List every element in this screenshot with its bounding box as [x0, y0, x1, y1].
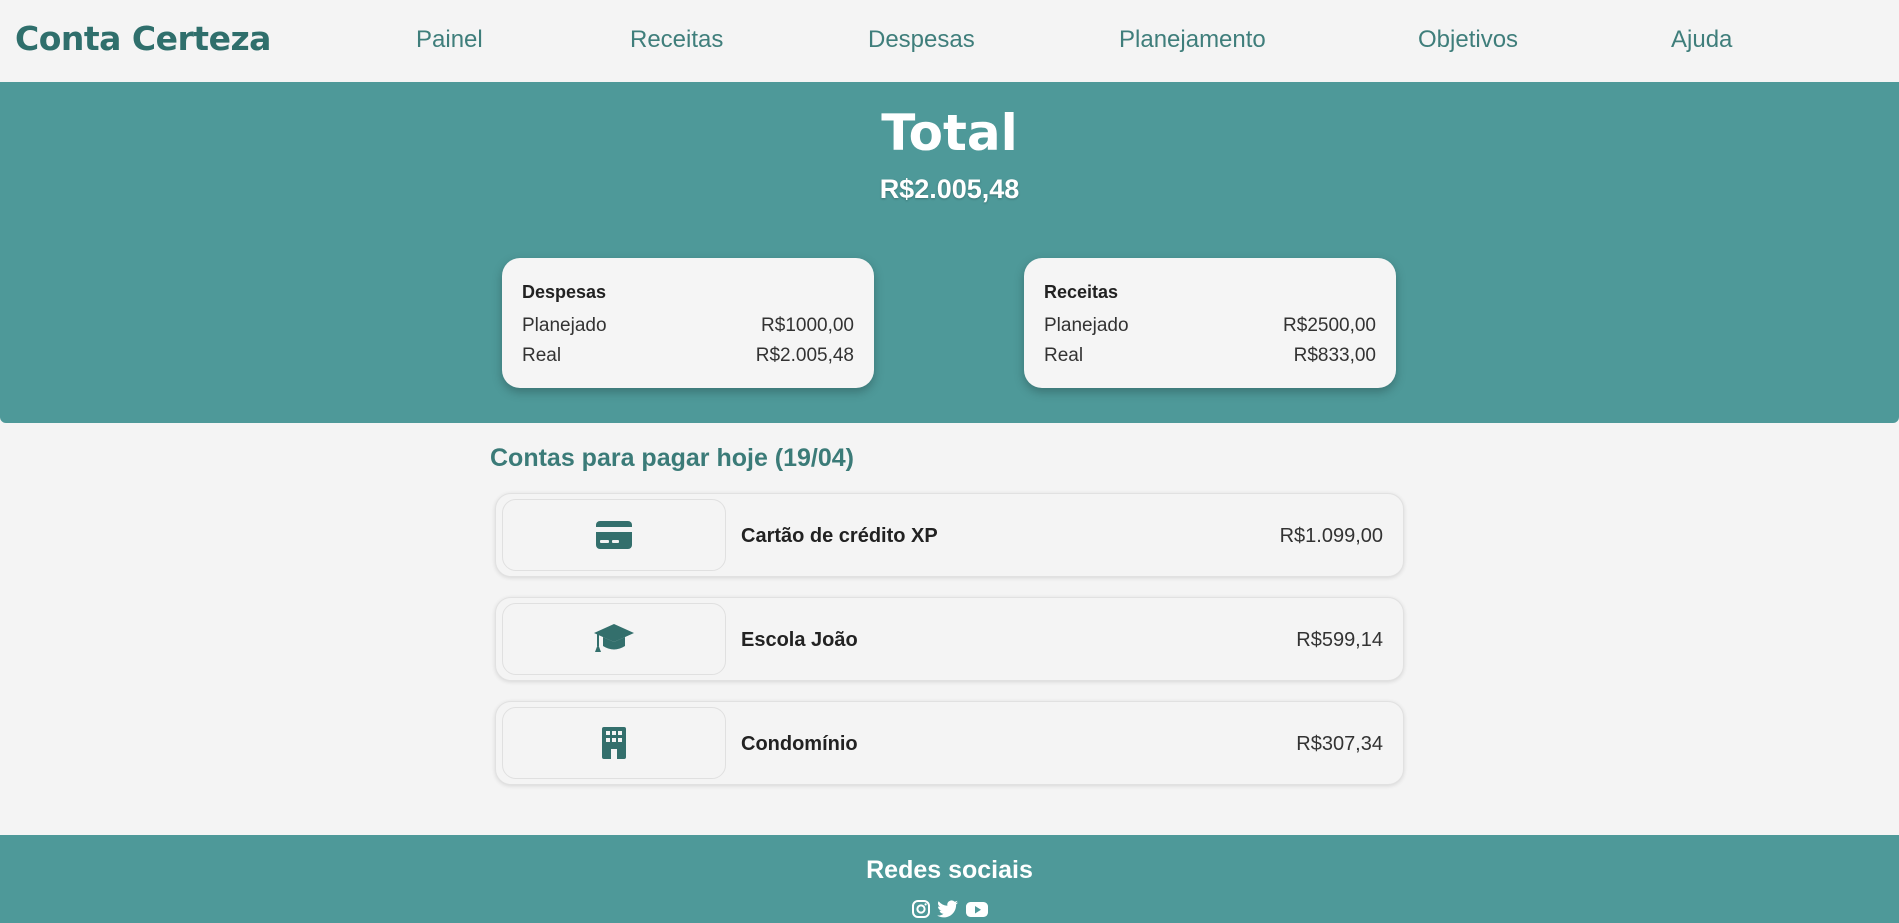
row-value: R$833,00: [1293, 345, 1376, 366]
bill-item-condominium[interactable]: Condomínio R$307,34: [495, 701, 1404, 785]
bill-item-school[interactable]: Escola João R$599,14: [495, 597, 1404, 681]
nav-receitas[interactable]: Receitas: [630, 26, 723, 54]
expenses-real-row: Real R$2.005,48: [522, 341, 854, 371]
logo[interactable]: Conta Certeza: [15, 19, 271, 58]
bill-amount: R$599,14: [1296, 629, 1383, 651]
total-amount: R$2.005,48: [879, 174, 1020, 204]
nav-objetivos[interactable]: Objetivos: [1418, 26, 1518, 54]
row-label: Planejado: [1044, 315, 1129, 336]
bill-icon-box: [502, 707, 726, 779]
nav-despesas[interactable]: Despesas: [868, 26, 975, 54]
row-value: R$2.005,48: [755, 345, 854, 366]
footer-title: Redes sociais: [866, 856, 1033, 884]
building-icon: [602, 727, 626, 759]
income-planned-row: Planejado R$2500,00: [1044, 311, 1376, 341]
expenses-planned-row: Planejado R$1000,00: [522, 311, 854, 341]
summary-hero: Total R$2.005,48 Despesas Planejado R$10…: [0, 82, 1899, 423]
graduation-cap-icon: [594, 624, 634, 652]
nav-painel[interactable]: Painel: [416, 26, 483, 54]
row-value: R$2500,00: [1283, 315, 1376, 336]
bill-icon-box: [502, 499, 726, 571]
instagram-icon[interactable]: [911, 899, 931, 919]
bill-icon-box: [502, 603, 726, 675]
income-card[interactable]: Receitas Planejado R$2500,00 Real R$833,…: [1024, 258, 1396, 388]
income-card-title: Receitas: [1044, 282, 1119, 302]
bill-name: Condomínio: [741, 733, 858, 755]
expenses-card[interactable]: Despesas Planejado R$1000,00 Real R$2.00…: [502, 258, 874, 388]
credit-card-icon: [596, 521, 632, 549]
row-label: Real: [1044, 345, 1084, 366]
top-navbar: Conta Certeza Painel Receitas Despesas P…: [0, 0, 1899, 82]
row-label: Planejado: [522, 315, 607, 336]
bill-item-credit-card[interactable]: Cartão de crédito XP R$1.099,00: [495, 493, 1404, 577]
bill-amount: R$1.099,00: [1279, 525, 1383, 547]
youtube-icon[interactable]: [965, 899, 989, 919]
bill-name: Cartão de crédito XP: [741, 525, 938, 547]
nav-ajuda[interactable]: Ajuda: [1671, 26, 1732, 54]
twitter-icon[interactable]: [936, 899, 959, 919]
bill-amount: R$307,34: [1296, 733, 1383, 755]
social-links: [0, 899, 1899, 919]
row-value: R$1000,00: [761, 315, 854, 336]
expenses-card-title: Despesas: [522, 282, 607, 302]
row-label: Real: [522, 345, 562, 366]
total-title: Total: [881, 104, 1018, 162]
income-real-row: Real R$833,00: [1044, 341, 1376, 371]
footer: Redes sociais: [0, 835, 1899, 923]
nav-planejamento[interactable]: Planejamento: [1119, 26, 1266, 54]
bills-heading: Contas para pagar hoje (19/04): [490, 444, 855, 472]
bill-name: Escola João: [741, 629, 858, 651]
